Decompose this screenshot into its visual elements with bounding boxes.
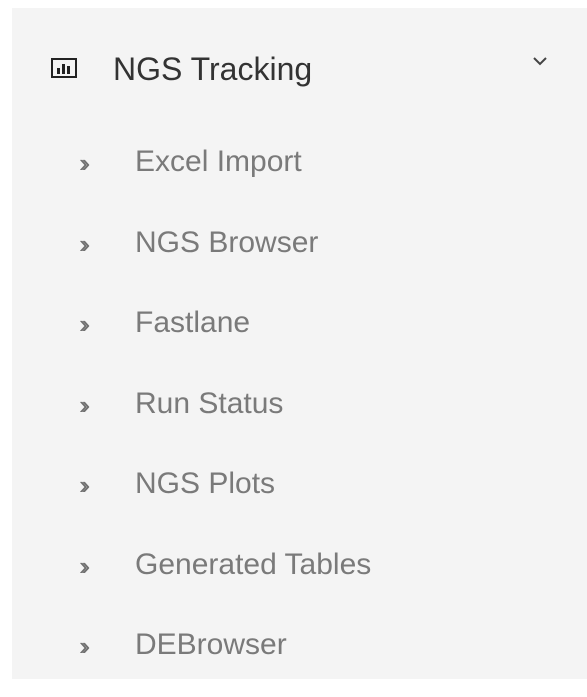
double-chevron-right-icon: ›› [79,148,91,178]
menu-header-ngs-tracking[interactable]: NGS Tracking [12,36,587,100]
submenu-item-label: Fastlane [135,306,251,339]
double-chevron-right-icon: ›› [79,309,91,339]
submenu: ›› Excel Import ›› NGS Browser ›› Fastla… [12,133,587,697]
submenu-item-excel-import[interactable]: ›› Excel Import [12,133,587,214]
submenu-item-label: DEBrowser [135,628,287,661]
double-chevron-right-icon: ›› [79,470,91,500]
double-chevron-right-icon: ›› [79,550,91,581]
submenu-item-ngs-browser[interactable]: ›› NGS Browser [12,214,587,295]
menu-header-label: NGS Tracking [113,51,313,87]
double-chevron-right-icon: ›› [79,631,91,661]
double-chevron-right-icon: ›› [79,389,91,420]
submenu-item-label: NGS Plots [135,467,276,500]
double-chevron-right-icon: ›› [79,228,91,259]
submenu-item-generated-tables[interactable]: ›› Generated Tables [12,536,587,617]
submenu-item-label: NGS Browser [135,225,319,259]
bar-chart-icon [51,58,77,78]
submenu-item-fastlane[interactable]: ›› Fastlane [12,294,587,375]
submenu-item-debrowser[interactable]: ›› DEBrowser [12,616,587,697]
chevron-down-icon[interactable] [531,54,549,68]
submenu-item-label: Generated Tables [135,547,372,581]
submenu-item-run-status[interactable]: ›› Run Status [12,375,587,456]
sidebar: NGS Tracking ›› Excel Import ›› NGS Brow… [12,8,587,679]
submenu-item-label: Run Status [135,386,284,420]
submenu-item-ngs-plots[interactable]: ›› NGS Plots [12,455,587,536]
submenu-item-label: Excel Import [135,145,302,178]
